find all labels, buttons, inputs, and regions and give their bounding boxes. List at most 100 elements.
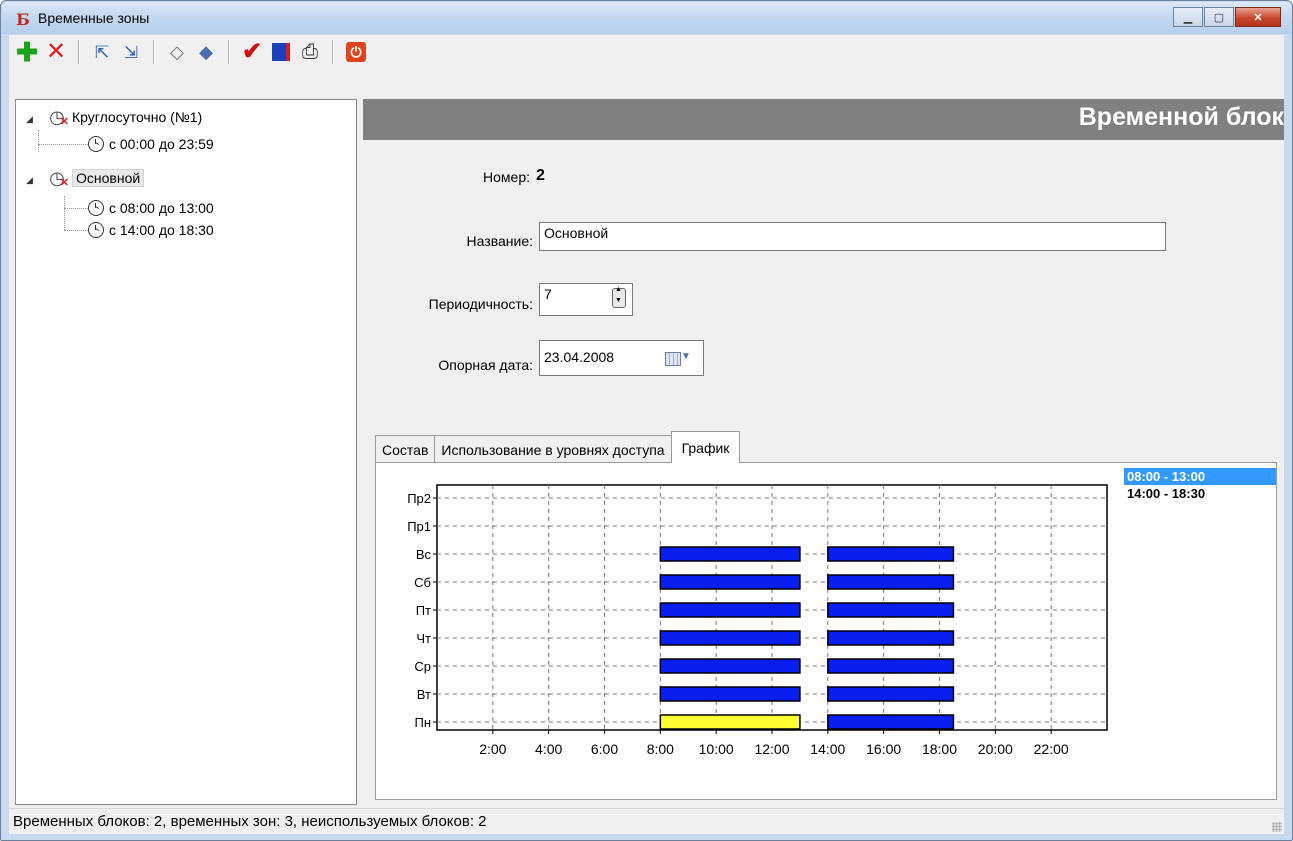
legend-item[interactable]: 08:00 - 13:00: [1124, 468, 1276, 485]
toolbar-separator: [153, 40, 155, 64]
schedule-bar: [827, 658, 955, 674]
clock-icon: [88, 200, 104, 216]
y-tick-label: Чт: [416, 631, 431, 646]
detail-pane: Временной блок Номер: 2 Название: Основн…: [363, 99, 1284, 805]
x-tick-label: 16:00: [866, 741, 901, 757]
clear-button[interactable]: ◇: [163, 38, 191, 66]
tree-item-zone[interactable]: ◷ ✕ Круглосуточно (№1): [46, 106, 202, 129]
schedule-bar: [659, 714, 801, 730]
period-spinner[interactable]: [612, 286, 626, 308]
y-tick-label: Пн: [414, 715, 431, 730]
schedule-bar: [659, 602, 801, 618]
schedule-bar: [659, 546, 801, 562]
title-bar[interactable]: Б Временные зоны ▁ ▢ ✕: [2, 2, 1291, 34]
period-label: Периодичность:: [428, 296, 533, 312]
x-tick-label: 20:00: [978, 741, 1013, 757]
y-tick-label: Пр1: [407, 519, 431, 534]
tab-composition[interactable]: Состав: [375, 435, 436, 463]
number-label: Номер:: [483, 169, 530, 185]
detail-header-title: Временной блок: [1078, 103, 1284, 131]
x-tick-label: 8:00: [647, 741, 674, 757]
schedule-bar: [659, 686, 801, 702]
y-tick-label: Сб: [414, 575, 431, 590]
exit-icon: [272, 43, 290, 61]
tree-item-label: с 14:00 до 18:30: [109, 222, 214, 238]
number-value: 2: [536, 167, 545, 184]
printer-icon: ⎙: [302, 41, 318, 63]
tree-item-interval[interactable]: с 08:00 до 13:00: [88, 197, 214, 219]
minimize-button[interactable]: ▁: [1173, 7, 1203, 27]
legend-item[interactable]: 14:00 - 18:30: [1124, 485, 1276, 502]
chart-legend[interactable]: 08:00 - 13:00 14:00 - 18:30: [1124, 468, 1276, 502]
tab-access-levels[interactable]: Использование в уровнях доступа: [434, 435, 672, 463]
toolbar-separator: [228, 40, 230, 64]
x-tick-label: 14:00: [810, 741, 845, 757]
app-logo-icon: Б: [16, 10, 30, 29]
add-button[interactable]: ✚: [13, 38, 41, 66]
tree-item-zone[interactable]: ◷ ✕ Основной: [46, 167, 145, 189]
tree-item-interval[interactable]: с 00:00 до 23:59: [88, 133, 214, 155]
clock-icon: [88, 222, 104, 238]
delete-button[interactable]: ✕: [42, 38, 70, 66]
calendar-icon[interactable]: [665, 352, 681, 366]
edit-button[interactable]: ◆: [192, 38, 220, 66]
apply-button[interactable]: ✔: [238, 38, 266, 66]
toolbar-separator: [78, 40, 80, 64]
client-area: ✚ ✕ ⇱ ⇲ ◇ ◆ ✔ ⎙ ⏻ ◢ ◷ ✕ Круглосуточно (№…: [9, 35, 1284, 834]
plus-icon: ✚: [16, 37, 38, 67]
schedule-panel: Пр2 Пр1 Вс Сб Пт Чт Ср Вт Пн 2:00 4:00 6:00 8:00 10:0…: [375, 462, 1277, 800]
reference-date-value: 23.04.2008: [544, 349, 615, 365]
tab-strip: Состав Использование в уровнях доступа Г…: [375, 431, 741, 463]
resize-grip-icon[interactable]: [1272, 822, 1282, 832]
import-button[interactable]: ⇲: [117, 38, 145, 66]
tree-line: [64, 230, 88, 231]
schedule-bar: [827, 546, 955, 562]
collapse-arrow-icon[interactable]: ◢: [26, 175, 33, 186]
y-tick-label: Вт: [417, 687, 431, 702]
delete-x-icon: ✕: [45, 38, 67, 65]
export-button[interactable]: ⇱: [88, 38, 116, 66]
collapse-arrow-icon[interactable]: ◢: [26, 114, 33, 125]
tree-line: [38, 144, 88, 145]
x-tick-label: 6:00: [591, 741, 618, 757]
schedule-bar: [659, 630, 801, 646]
time-zone-icon: ◷ ✕: [49, 106, 69, 129]
tree-line: [38, 130, 39, 152]
tree-line: [64, 208, 88, 209]
x-tick-label: 2:00: [479, 741, 506, 757]
y-tick-label: Вс: [416, 547, 432, 562]
y-tick-label: Пр2: [407, 491, 431, 506]
detail-header: Временной блок: [363, 99, 1284, 140]
schedule-bar: [827, 602, 955, 618]
y-tick-label: Пт: [416, 603, 431, 618]
x-tick-label: 10:00: [699, 741, 734, 757]
window-title: Временные зоны: [38, 10, 150, 26]
pencil-eraser-icon: ◆: [199, 42, 213, 62]
app-window: Б Временные зоны ▁ ▢ ✕ ✚ ✕ ⇱ ⇲ ◇ ◆ ✔ ⎙ ⏻: [0, 0, 1293, 841]
eraser-icon: ◇: [170, 42, 184, 62]
tree-item-label: с 00:00 до 23:59: [109, 136, 214, 152]
name-input[interactable]: Основной: [539, 222, 1166, 251]
close-button[interactable]: ✕: [1235, 7, 1281, 27]
tab-schedule[interactable]: График: [670, 431, 741, 463]
dropdown-arrow-icon[interactable]: ▼: [681, 351, 691, 362]
print-button[interactable]: ⎙: [296, 38, 324, 66]
checkmark-icon: ✔: [241, 38, 263, 65]
maximize-button[interactable]: ▢: [1204, 7, 1234, 27]
x-tick-label: 18:00: [922, 741, 957, 757]
tree-item-label: с 08:00 до 13:00: [109, 200, 214, 216]
clock-icon: [88, 136, 104, 152]
schedule-bar: [827, 574, 955, 590]
name-label: Название:: [466, 233, 533, 249]
exit-door-button[interactable]: [267, 38, 295, 66]
schedule-bar: [827, 630, 955, 646]
reference-date-label: Опорная дата:: [438, 357, 533, 373]
schedule-bar: [659, 658, 801, 674]
schedule-bar: [827, 714, 955, 730]
toolbar-separator: [332, 40, 334, 64]
schedule-bar: [827, 686, 955, 702]
zones-tree[interactable]: ◢ ◷ ✕ Круглосуточно (№1) с 00:00 до 23:59…: [15, 99, 357, 805]
power-button[interactable]: ⏻: [342, 38, 370, 66]
tree-item-interval[interactable]: с 14:00 до 18:30: [88, 219, 214, 241]
status-text: Временных блоков: 2, временных зон: 3, н…: [13, 813, 487, 830]
